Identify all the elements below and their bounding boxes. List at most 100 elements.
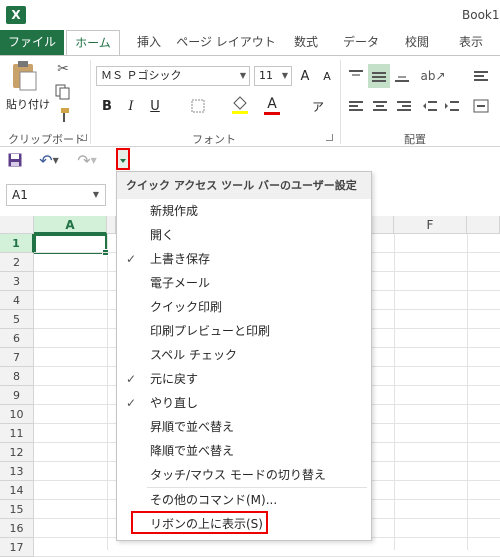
row-header[interactable]: 9	[0, 386, 34, 405]
row-header[interactable]: 1	[0, 234, 34, 253]
menu-item-label: やり直し	[150, 396, 199, 410]
font-name-combo[interactable]: ＭＳ Ｐゴシック ▼	[96, 66, 250, 86]
save-icon[interactable]	[6, 151, 24, 169]
select-all-corner[interactable]	[0, 216, 34, 234]
group-divider	[90, 60, 91, 144]
redo-icon[interactable]: ↷ ▼	[72, 149, 102, 171]
wrap-text-icon[interactable]	[470, 66, 492, 86]
check-icon: ✓	[126, 396, 137, 410]
font-size-combo[interactable]: 11 ▼	[254, 66, 292, 86]
row-header[interactable]: 13	[0, 462, 34, 481]
font-color-button[interactable]: A	[262, 94, 282, 116]
gridline	[394, 234, 395, 550]
align-center-icon[interactable]	[370, 96, 390, 116]
menu-item-label: 昇順で並べ替え	[150, 420, 235, 434]
menu-item-more-commands[interactable]: その他のコマンド(M)...	[117, 488, 371, 512]
align-left-icon[interactable]	[346, 96, 366, 116]
bold-button[interactable]: B	[98, 96, 116, 116]
italic-button[interactable]: I	[122, 96, 140, 116]
menu-item-redo[interactable]: ✓ やり直し	[117, 391, 371, 415]
menu-item-sort-ascending[interactable]: 昇順で並べ替え	[117, 415, 371, 439]
cut-icon[interactable]: ✂	[54, 60, 72, 78]
tab-data[interactable]: データ	[334, 30, 388, 55]
fill-color-button[interactable]	[228, 94, 252, 116]
menu-item-spelling[interactable]: スペル チェック	[117, 343, 371, 367]
copy-icon[interactable]	[54, 83, 72, 101]
tab-formulas[interactable]: 数式	[280, 30, 332, 55]
grow-font-button[interactable]: A	[296, 66, 314, 86]
orientation-icon[interactable]: ab↗	[420, 66, 446, 86]
column-header-a[interactable]: A	[34, 216, 107, 234]
customize-qat-button[interactable]	[116, 148, 130, 170]
menu-item-label: 上書き保存	[150, 252, 211, 266]
row-header[interactable]: 14	[0, 481, 34, 500]
tab-page-layout[interactable]: ページ レイアウト	[176, 30, 276, 55]
tab-review[interactable]: 校閲	[392, 30, 442, 55]
row-header[interactable]: 7	[0, 348, 34, 367]
row-header[interactable]: 6	[0, 329, 34, 348]
decrease-indent-icon[interactable]	[420, 96, 440, 116]
row-header[interactable]: 11	[0, 424, 34, 443]
align-middle-icon[interactable]	[368, 64, 390, 88]
increase-indent-icon[interactable]	[442, 96, 462, 116]
row-header[interactable]: 15	[0, 500, 34, 519]
chevron-down-icon: ▼	[281, 71, 288, 80]
column-header-e[interactable]	[372, 216, 394, 234]
menu-item-label: 電子メール	[150, 276, 211, 290]
title-bar: X Book1	[0, 0, 500, 30]
highlight-box	[131, 511, 268, 534]
row-header[interactable]: 12	[0, 443, 34, 462]
clipboard-icon	[13, 61, 37, 91]
undo-icon[interactable]: ↶ ▼	[34, 149, 64, 171]
column-header-g[interactable]	[467, 216, 500, 234]
font-launcher-icon[interactable]	[326, 134, 333, 141]
row-header[interactable]: 3	[0, 272, 34, 291]
row-header[interactable]: 10	[0, 405, 34, 424]
merge-center-icon[interactable]	[470, 96, 492, 116]
menu-item-open[interactable]: 開く	[117, 223, 371, 247]
gridline	[467, 234, 468, 550]
paste-button[interactable]	[8, 60, 40, 92]
align-bottom-icon[interactable]	[392, 66, 412, 86]
tab-insert[interactable]: 挿入	[124, 30, 174, 55]
menu-item-undo[interactable]: ✓ 元に戻す	[117, 367, 371, 391]
column-header-f[interactable]: F	[394, 216, 467, 234]
menu-item-sort-descending[interactable]: 降順で並べ替え	[117, 439, 371, 463]
phonetic-icon[interactable]: ア	[308, 96, 328, 116]
alignment-group-label: 配置	[404, 133, 426, 146]
ribbon: 貼り付け ✂ クリップボード ＭＳ Ｐゴシック ▼ 11 ▼ A A B I U A…	[0, 55, 500, 147]
menu-item-new[interactable]: 新規作成	[117, 199, 371, 223]
menu-item-label: その他のコマンド(M)...	[150, 493, 278, 507]
tab-home[interactable]: ホーム	[66, 30, 120, 56]
shrink-font-button[interactable]: A	[318, 66, 336, 86]
clipboard-launcher-icon[interactable]	[80, 134, 87, 141]
menu-item-save[interactable]: ✓ 上書き保存	[117, 247, 371, 271]
row-header[interactable]: 4	[0, 291, 34, 310]
row-header[interactable]: 5	[0, 310, 34, 329]
chevron-down-icon: ▼	[239, 71, 246, 80]
menu-item-email[interactable]: 電子メール	[117, 271, 371, 295]
menu-item-label: スペル チェック	[150, 348, 237, 362]
column-header-b[interactable]	[107, 216, 116, 234]
row-header[interactable]: 16	[0, 519, 34, 538]
paint-bucket-icon	[232, 96, 248, 114]
borders-button[interactable]	[186, 96, 210, 116]
row-header[interactable]: 17	[0, 538, 34, 557]
menu-item-touch-mode[interactable]: タッチ/マウス モードの切り替え	[117, 463, 371, 487]
font-size-value: 11	[259, 69, 273, 82]
menu-item-print-preview[interactable]: 印刷プレビューと印刷	[117, 319, 371, 343]
excel-logo-icon: X	[6, 6, 26, 24]
name-box[interactable]: A1 ▼	[6, 184, 106, 206]
row-header[interactable]: 2	[0, 253, 34, 272]
format-painter-icon[interactable]	[54, 106, 72, 124]
window-title: Book1	[462, 8, 500, 22]
align-top-icon[interactable]	[346, 66, 366, 86]
menu-item-quick-print[interactable]: クイック印刷	[117, 295, 371, 319]
tab-file[interactable]: ファイル	[0, 30, 64, 55]
tab-view[interactable]: 表示	[446, 30, 496, 55]
active-cell-a1[interactable]	[34, 234, 109, 256]
align-right-icon[interactable]	[394, 96, 414, 116]
underline-button[interactable]: U	[146, 96, 164, 116]
name-box-value: A1	[12, 188, 28, 202]
row-header[interactable]: 8	[0, 367, 34, 386]
